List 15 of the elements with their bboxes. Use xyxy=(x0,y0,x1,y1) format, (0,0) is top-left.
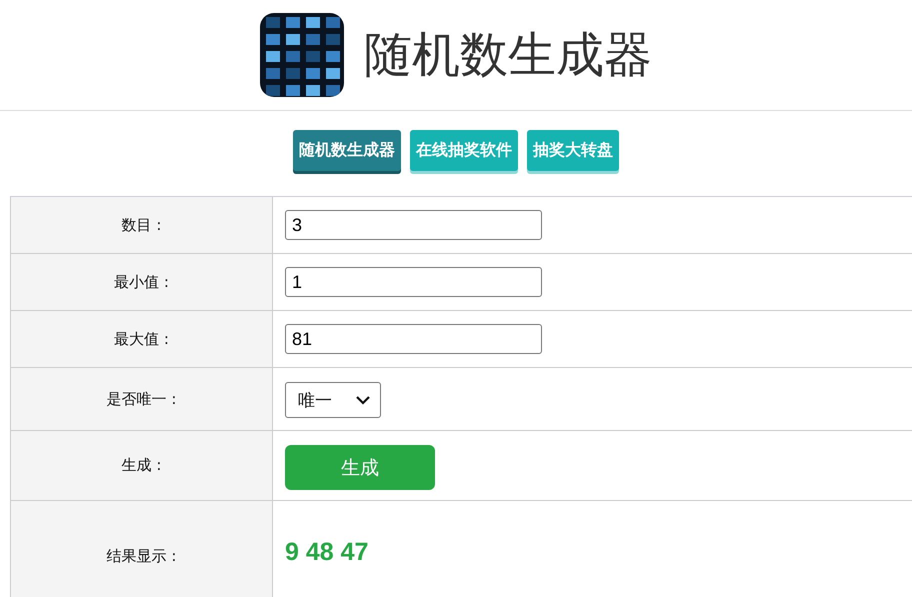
number-input-field[interactable]: 3 xyxy=(285,210,542,240)
page-title: 随机数生成器 xyxy=(364,26,652,85)
nav-tab[interactable]: 随机数生成器 xyxy=(293,130,401,171)
unique-dropdown[interactable]: 唯一 xyxy=(285,382,381,418)
field-label: 最大值 : xyxy=(114,330,169,348)
number-input-field[interactable]: 81 xyxy=(285,324,542,354)
result-text: 9 48 47 xyxy=(285,538,368,566)
chevron-down-icon xyxy=(356,396,370,404)
field-label: 最小值 : xyxy=(114,272,169,292)
number-input-field[interactable]: 1 xyxy=(285,267,542,297)
field-label: 是否唯一 : xyxy=(106,390,176,408)
field-label: 生成 : xyxy=(122,456,162,475)
field-label: 数目 : xyxy=(122,216,162,234)
app-logo-icon xyxy=(260,13,344,97)
field-label: 结果显示 : xyxy=(106,546,176,566)
